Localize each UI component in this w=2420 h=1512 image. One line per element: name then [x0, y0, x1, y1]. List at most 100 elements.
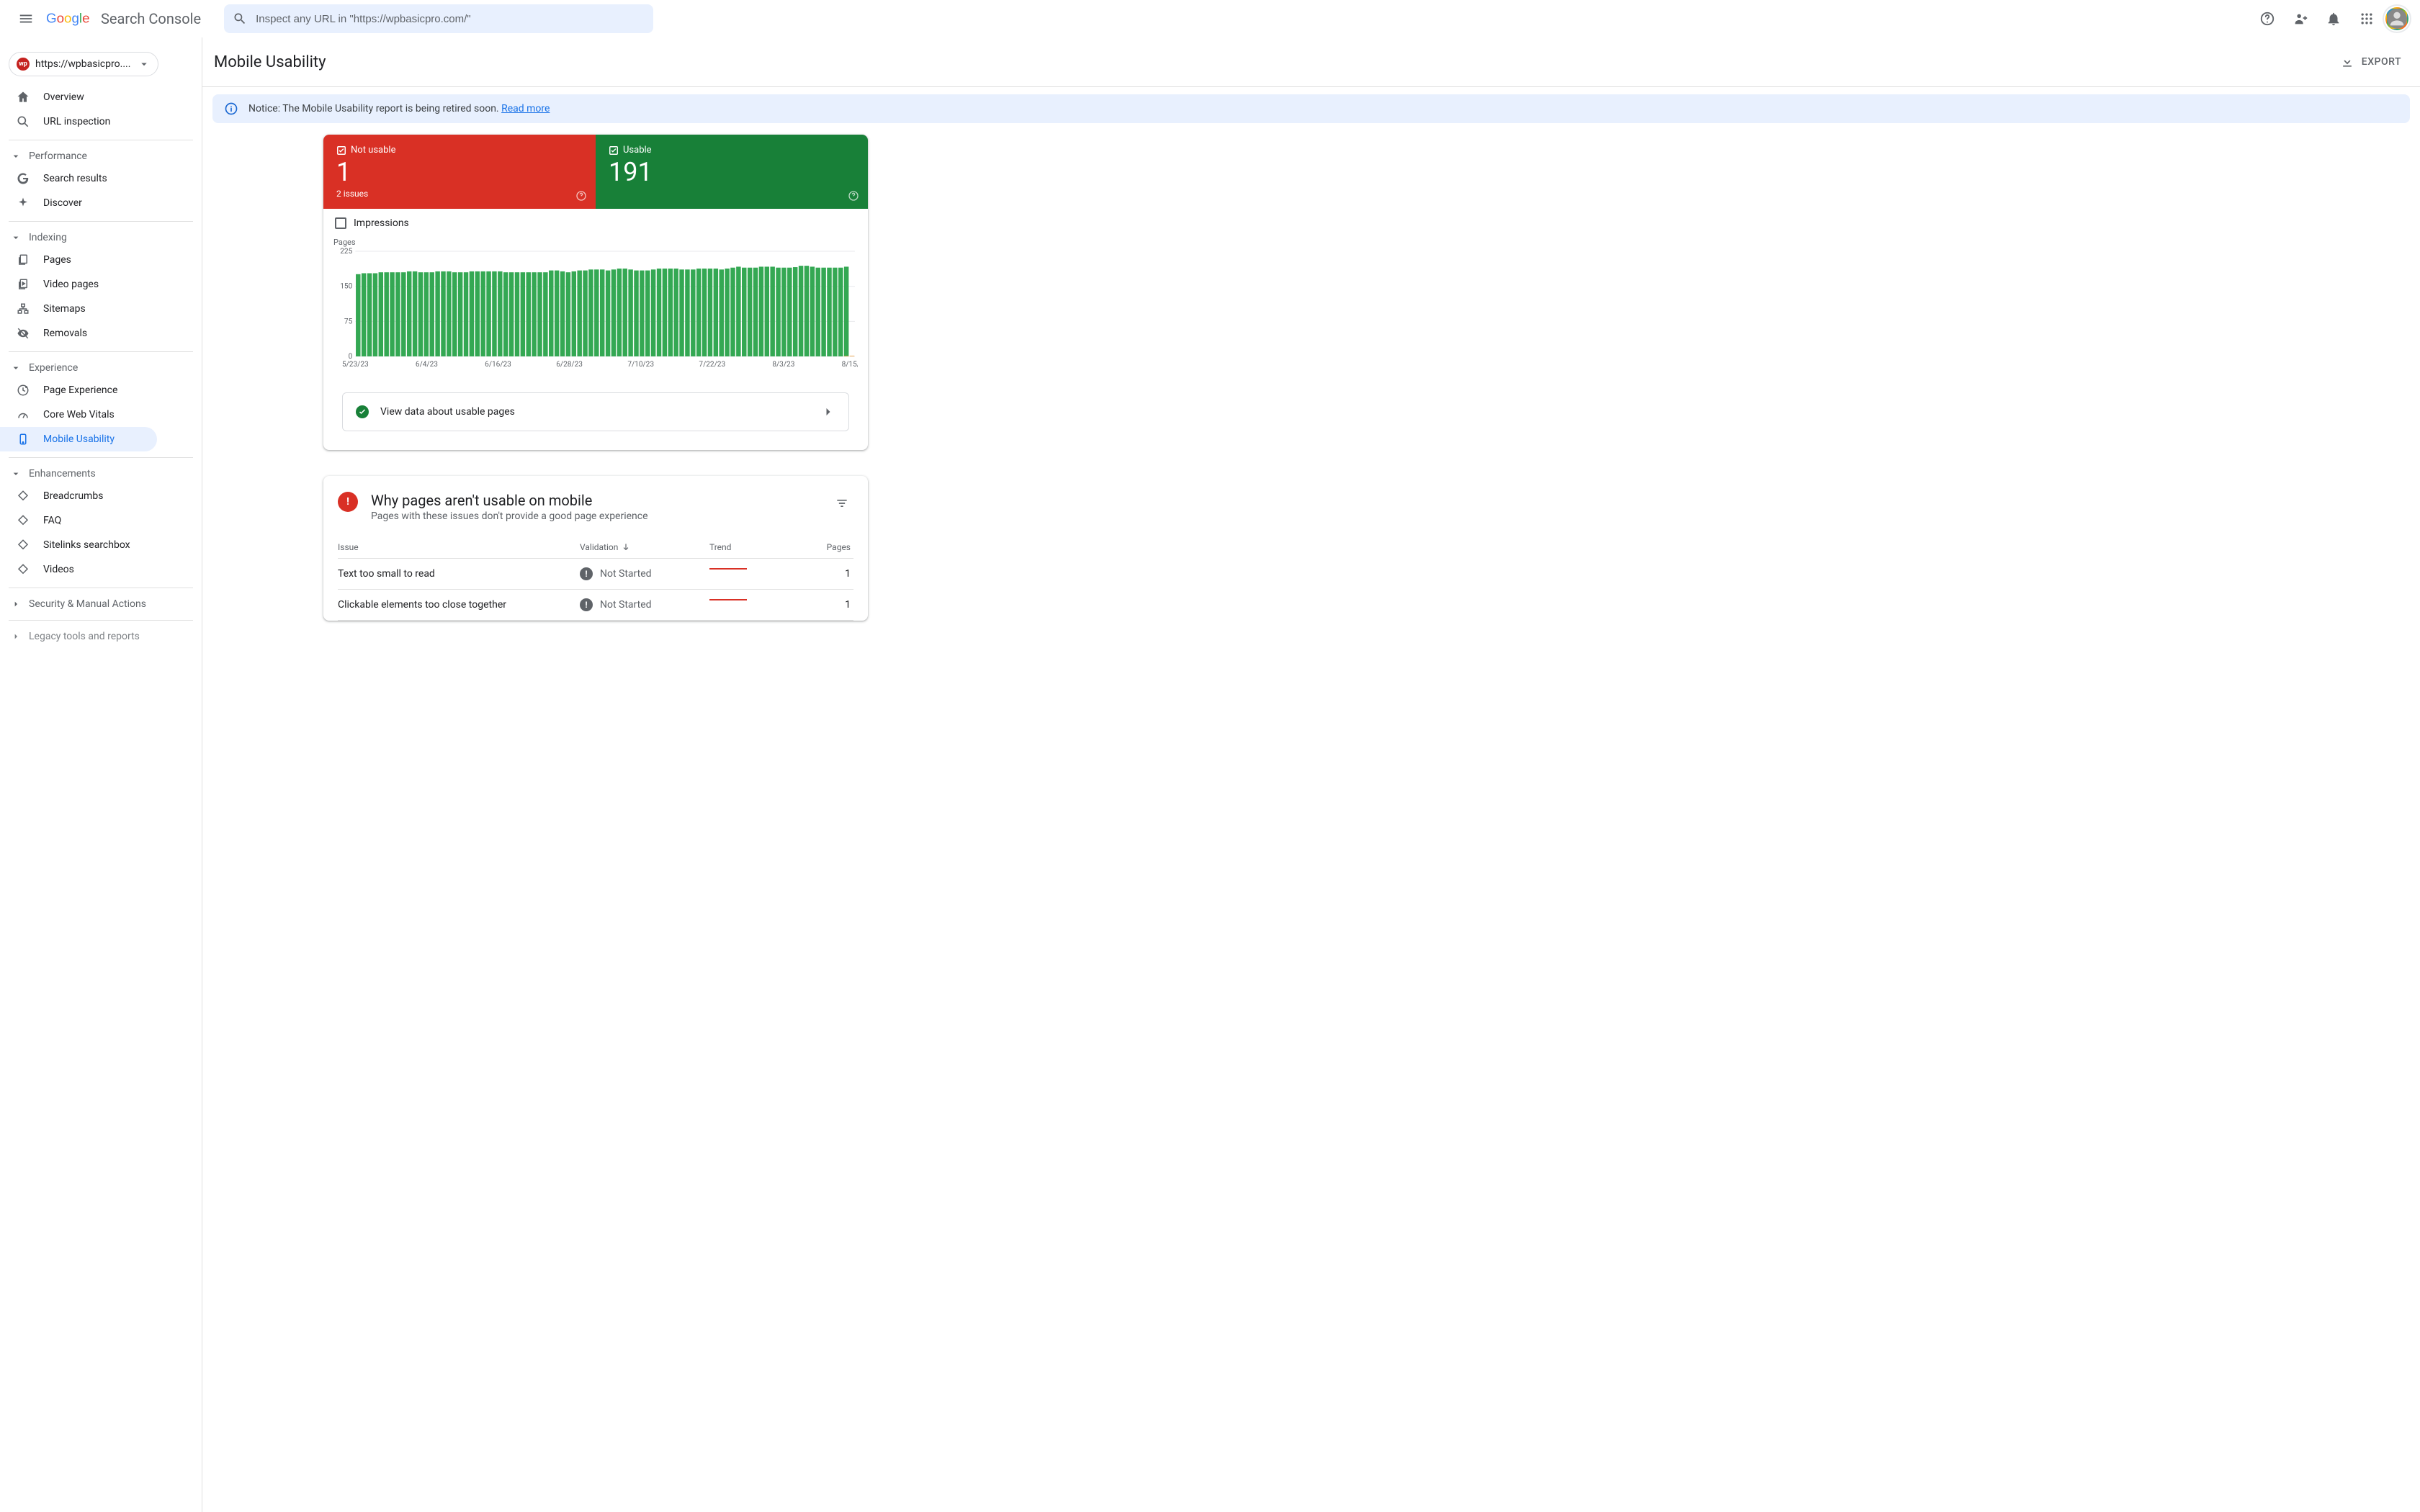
sidebar-item-label: Sitelinks searchbox: [43, 539, 130, 551]
usable-score[interactable]: Usable 191: [596, 135, 868, 209]
issue-pages: 1: [803, 568, 853, 580]
issue-pages: 1: [803, 599, 853, 611]
sidebar-item-label: Core Web Vitals: [43, 409, 115, 420]
col-pages: Pages: [803, 542, 853, 552]
help-icon: [2259, 11, 2275, 27]
cwv-icon: [17, 408, 30, 421]
not-usable-score[interactable]: Not usable 1 2 issues: [323, 135, 596, 209]
col-issue: Issue: [338, 542, 580, 552]
sidebar-section-label: Performance: [29, 150, 87, 162]
chart-ylabel: Pages: [333, 238, 858, 247]
link-row-label: View data about usable pages: [380, 406, 810, 418]
apps-button[interactable]: [2352, 4, 2381, 33]
status-badge-icon: !: [580, 567, 593, 580]
sidebar-item-pages[interactable]: Pages: [0, 248, 202, 272]
sidebar-item-core-web-vitals[interactable]: Core Web Vitals: [0, 402, 202, 427]
svg-text:75: 75: [344, 318, 353, 325]
sidebar-item-label: Overview: [43, 91, 84, 103]
sidebar: wp https://wpbasicpro.... Overview URL i…: [0, 37, 202, 1512]
export-button[interactable]: EXPORT: [2334, 50, 2407, 73]
main-content: Mobile Usability EXPORT Notice: The Mobi…: [202, 37, 2420, 1512]
impressions-toggle[interactable]: Impressions: [323, 209, 868, 238]
sidebar-item-label: Discover: [43, 197, 82, 209]
sidebar-item-breadcrumbs[interactable]: Breadcrumbs: [0, 484, 202, 508]
sort-arrow-icon: [621, 542, 631, 552]
issue-row[interactable]: Text too small to read ! Not Started 1: [338, 559, 853, 590]
chevron-down-icon: [10, 468, 22, 480]
sidebar-item-sitelinks-searchbox[interactable]: Sitelinks searchbox: [0, 533, 202, 557]
checkbox-checked-icon: [609, 145, 619, 156]
notice-text: Notice: The Mobile Usability report is b…: [248, 103, 501, 114]
users-button[interactable]: [2286, 4, 2315, 33]
sidebar-item-mobile-usability[interactable]: Mobile Usability: [0, 427, 157, 451]
sidebar-section-legacy[interactable]: Legacy tools and reports: [0, 626, 202, 647]
chevron-down-icon: [10, 150, 22, 162]
sidebar-item-removals[interactable]: Removals: [0, 321, 202, 346]
svg-text:8/3/23: 8/3/23: [772, 361, 794, 369]
sidebar-item-page-experience[interactable]: Page Experience: [0, 378, 202, 402]
svg-text:6/4/23: 6/4/23: [416, 361, 438, 369]
sidebar-item-url-inspection[interactable]: URL inspection: [0, 109, 202, 134]
retirement-notice: Notice: The Mobile Usability report is b…: [212, 94, 2410, 123]
svg-text:5/23/23: 5/23/23: [342, 361, 369, 369]
help-button[interactable]: [2253, 4, 2282, 33]
help-icon[interactable]: [575, 190, 587, 202]
issue-name: Text too small to read: [338, 568, 580, 580]
account-avatar[interactable]: [2385, 7, 2408, 30]
sidebar-item-search-results[interactable]: Search results: [0, 166, 202, 191]
search-icon: [233, 12, 247, 26]
sidebar-item-discover[interactable]: Discover: [0, 191, 202, 215]
bell-icon: [2326, 11, 2341, 27]
diamond-icon: [17, 539, 30, 552]
sidebar-section-indexing[interactable]: Indexing: [0, 228, 202, 248]
chevron-right-icon: [10, 598, 22, 610]
sitemaps-icon: [17, 302, 30, 315]
sidebar-item-sitemaps[interactable]: Sitemaps: [0, 297, 202, 321]
notifications-button[interactable]: [2319, 4, 2348, 33]
url-inspect-search[interactable]: [224, 4, 653, 33]
checkbox-checked-icon: [336, 145, 346, 156]
issue-row[interactable]: Clickable elements too close together ! …: [338, 590, 853, 621]
sidebar-item-label: Removals: [43, 328, 87, 339]
sidebar-item-faq[interactable]: FAQ: [0, 508, 202, 533]
sidebar-section-label: Indexing: [29, 232, 67, 243]
logo[interactable]: Google Search Console: [46, 10, 201, 27]
pages-icon: [17, 253, 30, 266]
col-trend: Trend: [709, 542, 803, 552]
chevron-right-icon: [10, 631, 22, 642]
svg-text:Google: Google: [46, 10, 90, 25]
issue-status: Not Started: [600, 599, 652, 611]
sidebar-item-video-pages[interactable]: Video pages: [0, 272, 202, 297]
sidebar-section-experience[interactable]: Experience: [0, 358, 202, 378]
sidebar-item-label: Pages: [43, 254, 71, 266]
page-title: Mobile Usability: [208, 53, 326, 71]
hamburger-menu-button[interactable]: [12, 4, 40, 33]
property-selector[interactable]: wp https://wpbasicpro....: [9, 52, 158, 76]
filter-button[interactable]: [830, 492, 853, 515]
diamond-icon: [17, 563, 30, 576]
sidebar-section-security[interactable]: Security & Manual Actions: [0, 594, 202, 614]
sidebar-item-label: Mobile Usability: [43, 433, 115, 445]
search-input[interactable]: [256, 13, 645, 25]
sidebar-item-videos[interactable]: Videos: [0, 557, 202, 582]
google-logo-icon: Google: [46, 10, 98, 27]
svg-text:225: 225: [340, 248, 352, 256]
chevron-down-icon: [10, 362, 22, 374]
menu-icon: [18, 11, 34, 27]
sidebar-item-overview[interactable]: Overview: [0, 85, 202, 109]
sidebar-section-enhancements[interactable]: Enhancements: [0, 464, 202, 484]
sidebar-section-label: Experience: [29, 362, 78, 374]
notice-link[interactable]: Read more: [501, 103, 550, 114]
sidebar-section-performance[interactable]: Performance: [0, 146, 202, 166]
app-name: Search Console: [101, 10, 201, 27]
impressions-label: Impressions: [354, 217, 409, 229]
checkbox-icon: [335, 217, 346, 229]
header-actions: [2253, 4, 2408, 33]
discover-icon: [17, 197, 30, 210]
page-header: Mobile Usability EXPORT: [202, 37, 2420, 87]
view-usable-pages-link[interactable]: View data about usable pages: [342, 392, 849, 431]
apps-grid-icon: [2360, 12, 2374, 26]
help-icon[interactable]: [848, 190, 859, 202]
col-validation[interactable]: Validation: [580, 542, 709, 552]
svg-text:6/28/23: 6/28/23: [556, 361, 583, 369]
